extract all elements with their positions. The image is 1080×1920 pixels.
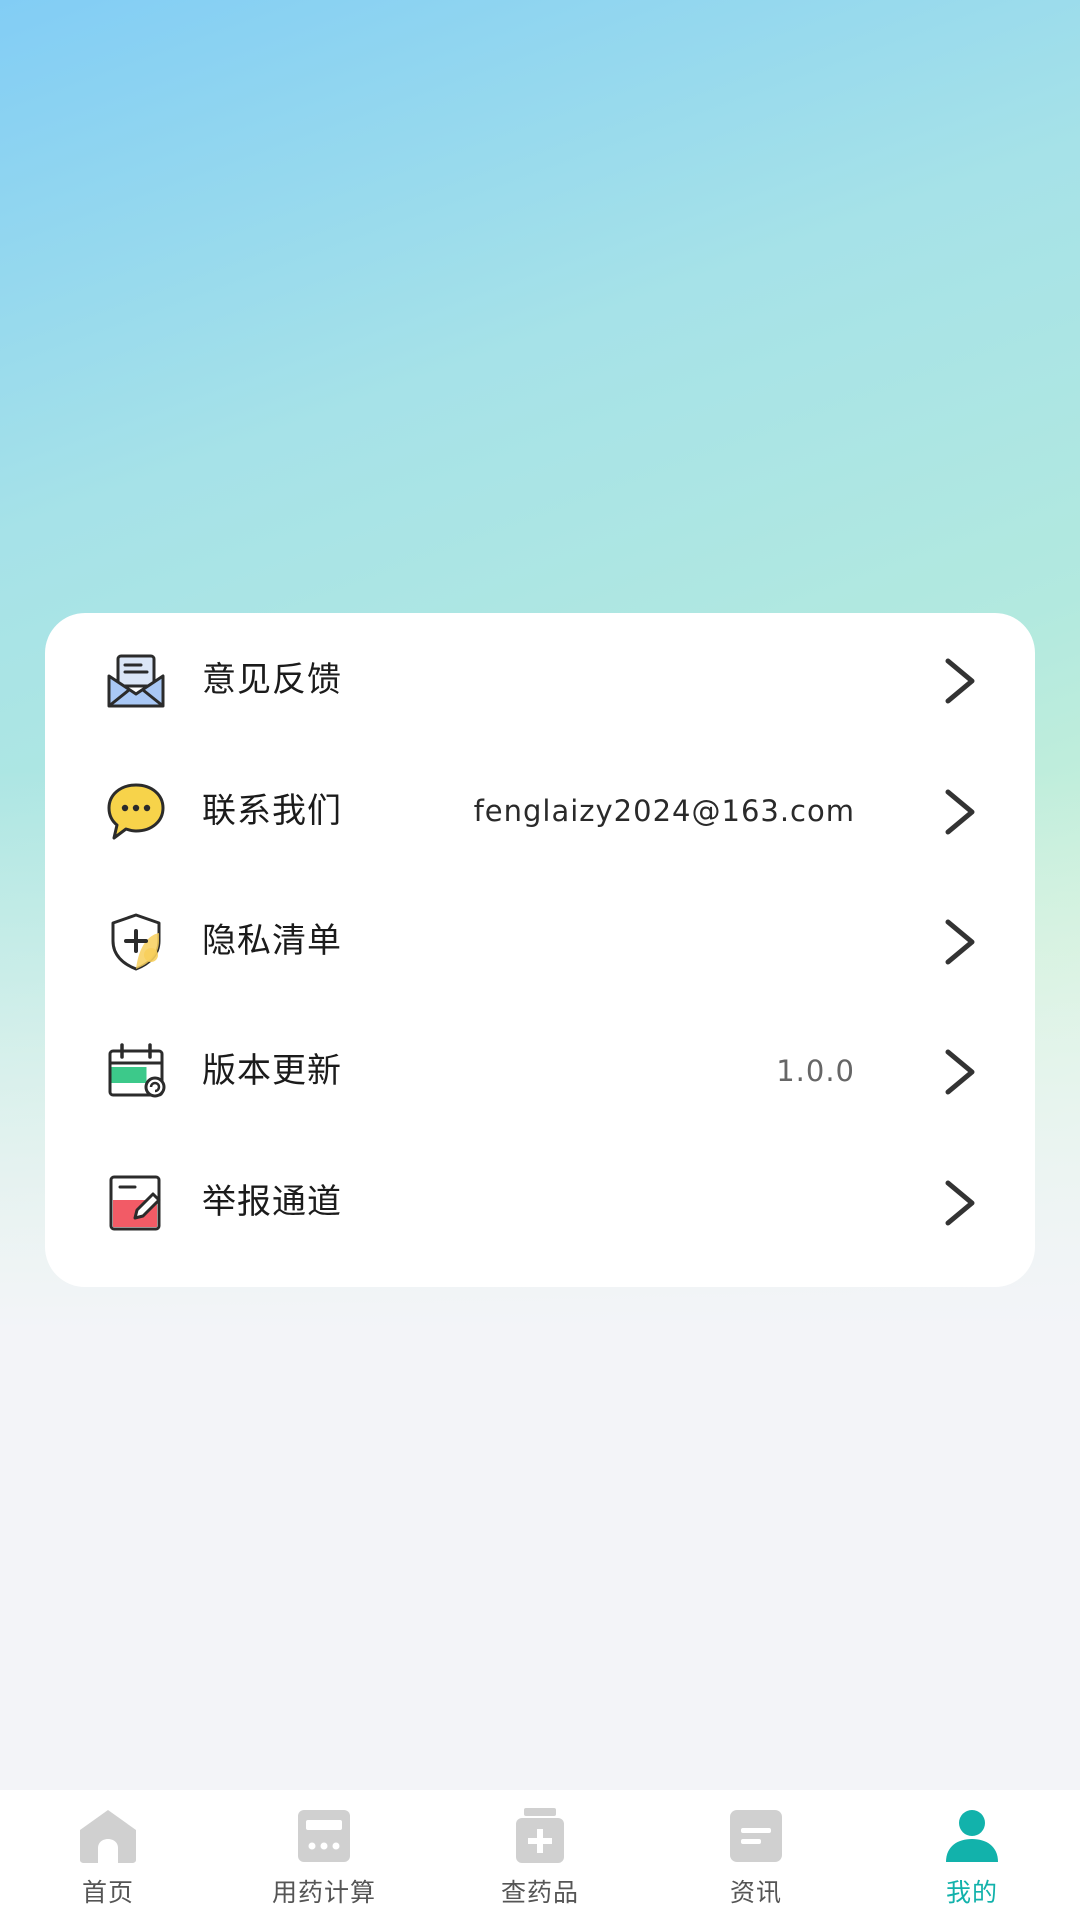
- feedback-envelope-icon: [107, 654, 165, 708]
- bottom-tab-bar: 首页 用药计算 查药品 资讯 我的: [0, 1790, 1080, 1920]
- menu-item-privacy-list[interactable]: 隐私清单: [45, 876, 1035, 1006]
- tab-home[interactable]: 首页: [0, 1790, 216, 1920]
- chevron-right-icon: [945, 1180, 975, 1226]
- chevron-right-icon: [945, 1049, 975, 1095]
- menu-item-feedback[interactable]: 意见反馈: [45, 615, 1035, 745]
- medicine-box-icon: [516, 1808, 564, 1863]
- report-edit-icon: [109, 1175, 161, 1231]
- menu-item-label: 联系我们: [202, 791, 342, 831]
- chevron-right-icon: [945, 658, 975, 704]
- shield-plus-icon: [111, 913, 161, 971]
- tab-label: 资讯: [729, 1878, 782, 1907]
- chevron-right-icon: [945, 789, 975, 835]
- menu-item-contact-us[interactable]: 联系我们 fenglaizy2024@163.com: [45, 746, 1035, 876]
- tab-label: 用药计算: [271, 1878, 376, 1907]
- tab-mine[interactable]: 我的: [864, 1790, 1080, 1920]
- menu-item-label: 版本更新: [202, 1051, 342, 1091]
- user-icon: [946, 1810, 998, 1862]
- tab-label: 我的: [945, 1878, 998, 1907]
- tab-news[interactable]: 资讯: [648, 1790, 864, 1920]
- calculator-icon: [298, 1810, 350, 1862]
- tab-drug-search[interactable]: 查药品: [432, 1790, 648, 1920]
- news-icon: [730, 1810, 782, 1862]
- tab-label: 首页: [81, 1878, 134, 1907]
- home-icon: [80, 1810, 136, 1863]
- menu-item-label: 意见反馈: [202, 660, 342, 700]
- contact-email-value: fenglaizy2024@163.com: [473, 794, 855, 828]
- app-version-value: 1.0.0: [776, 1054, 855, 1088]
- menu-item-label: 隐私清单: [202, 921, 342, 961]
- menu-item-report-channel[interactable]: 举报通道: [45, 1137, 1035, 1267]
- menu-item-label: 举报通道: [202, 1182, 342, 1222]
- chevron-right-icon: [945, 919, 975, 965]
- settings-menu-card: 意见反馈 联系我们 fenglaizy2024@163.com 隐私清单 版本更…: [45, 613, 1035, 1287]
- calendar-refresh-icon: [108, 1043, 166, 1098]
- tab-medication-calculator[interactable]: 用药计算: [216, 1790, 432, 1920]
- menu-item-version-update[interactable]: 版本更新 1.0.0: [45, 1006, 1035, 1136]
- chat-bubble-icon: [107, 783, 165, 840]
- tab-label: 查药品: [500, 1878, 579, 1907]
